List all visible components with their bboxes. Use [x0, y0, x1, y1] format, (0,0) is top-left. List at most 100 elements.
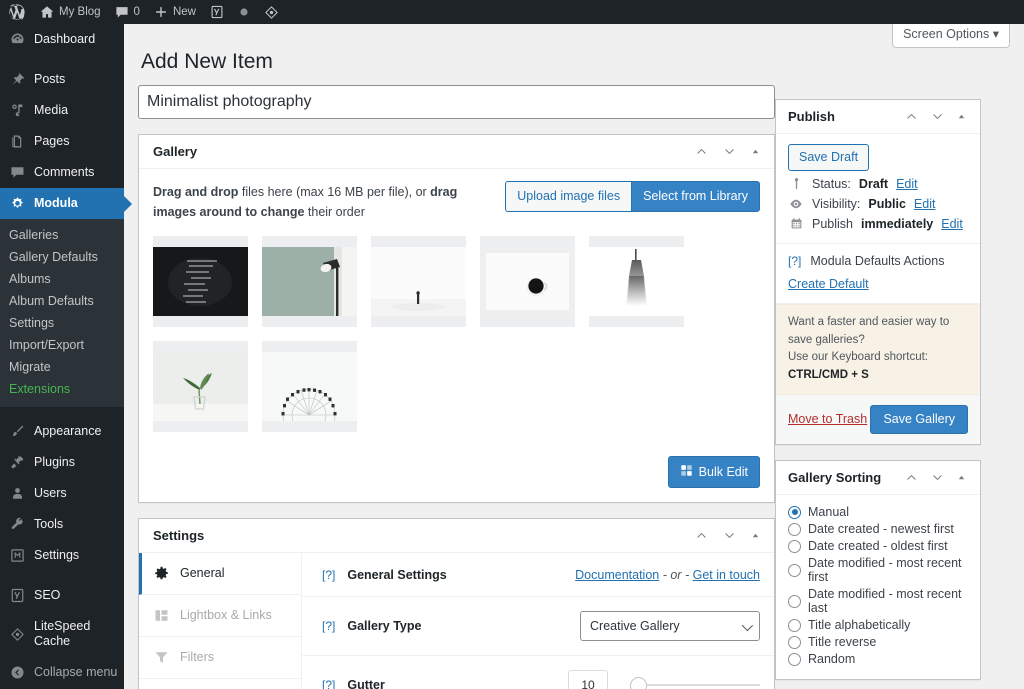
settings-tab-list: General Lightbox & Links Filters — [139, 553, 302, 689]
gallery-thumbnail[interactable] — [262, 236, 357, 328]
gallery-postbox: Gallery Drag and drop files here (max 16… — [138, 134, 775, 504]
sorting-option-random[interactable]: Random — [788, 651, 968, 668]
sorting-option-label: Date modified - most recent last — [808, 587, 962, 616]
chevron-down-icon[interactable] — [723, 145, 736, 158]
gallery-thumbnail[interactable] — [589, 236, 684, 328]
submenu-item-gallery-defaults[interactable]: Gallery Defaults — [0, 246, 124, 268]
sidebar-item-litespeed-cache[interactable]: LiteSpeed Cache — [0, 611, 124, 657]
move-to-trash-link[interactable]: Move to Trash — [788, 412, 867, 426]
submenu-item-albums[interactable]: Albums — [0, 268, 124, 290]
gallery-dropzone[interactable]: Drag and drop files here (max 16 MB per … — [139, 169, 774, 228]
tower-in-fog-image — [589, 247, 684, 317]
radio-icon[interactable] — [788, 563, 801, 577]
sorting-option-date-created-oldest[interactable]: Date created - oldest first — [788, 538, 968, 555]
calendar-icon — [788, 217, 804, 230]
chevron-up-icon[interactable] — [905, 110, 918, 123]
save-gallery-button[interactable]: Save Gallery — [870, 405, 968, 434]
sidebar-item-tools[interactable]: Tools — [0, 509, 124, 540]
screen-options-button[interactable]: Screen Options ▾ — [892, 24, 1010, 48]
submenu-item-settings[interactable]: Settings — [0, 312, 124, 334]
sidebar-item-pages[interactable]: Pages — [0, 126, 124, 157]
gallery-thumbnail[interactable] — [153, 341, 248, 433]
create-default-link[interactable]: Create Default — [788, 277, 968, 291]
sorting-option-date-modified-recent-first[interactable]: Date modified - most recent first — [788, 555, 968, 586]
gallery-title-input[interactable] — [138, 85, 775, 120]
sidebar-item-media[interactable]: Media — [0, 95, 124, 126]
toggle-triangle-icon[interactable] — [957, 112, 966, 121]
yoast-seo-button[interactable] — [203, 0, 231, 24]
sorting-option-manual[interactable]: Manual — [788, 504, 968, 521]
chevron-down-icon[interactable] — [931, 471, 944, 484]
gutter-value-input[interactable]: 10 — [568, 670, 608, 689]
chevron-up-icon[interactable] — [695, 145, 708, 158]
submenu-item-extensions[interactable]: Extensions — [0, 378, 124, 400]
sidebar-item-users[interactable]: Users — [0, 478, 124, 509]
comments-button[interactable]: 0 — [108, 0, 147, 24]
get-in-touch-link[interactable]: Get in touch — [693, 568, 760, 582]
gutter-slider-handle[interactable] — [630, 676, 647, 689]
sorting-option-date-created-newest[interactable]: Date created - newest first — [788, 521, 968, 538]
help-icon[interactable]: [?] — [788, 254, 801, 268]
status-edit-link[interactable]: Edit — [896, 177, 918, 191]
settings-tab-general[interactable]: General — [139, 553, 301, 596]
sorting-option-title-alphabetically[interactable]: Title alphabetically — [788, 617, 968, 634]
sorting-option-title-reverse[interactable]: Title reverse — [788, 634, 968, 651]
chevron-up-icon[interactable] — [695, 529, 708, 542]
chevron-down-icon[interactable] — [931, 110, 944, 123]
sidebar-item-seo[interactable]: SEO — [0, 580, 124, 611]
screen-options-label: Screen Options — [903, 27, 990, 41]
help-icon[interactable]: [?] — [322, 619, 335, 633]
submenu-item-import-export[interactable]: Import/Export — [0, 334, 124, 356]
wordpress-logo-button[interactable] — [0, 0, 33, 24]
sidebar-item-settings[interactable]: Settings — [0, 540, 124, 571]
submenu-item-migrate[interactable]: Migrate — [0, 356, 124, 378]
gallery-thumbnail[interactable] — [153, 236, 248, 328]
radio-icon[interactable] — [788, 652, 801, 666]
upload-image-files-button[interactable]: Upload image files — [505, 181, 632, 212]
radio-icon[interactable] — [788, 522, 801, 536]
gallery-thumbnail[interactable] — [262, 341, 357, 433]
litespeed-cache-button[interactable] — [257, 0, 286, 24]
toggle-triangle-icon[interactable] — [751, 531, 760, 540]
sidebar-item-comments[interactable]: Comments — [0, 157, 124, 188]
gallery-thumbnail[interactable] — [480, 236, 575, 328]
sidebar-item-posts[interactable]: Posts — [0, 64, 124, 95]
select-from-library-button[interactable]: Select from Library — [631, 181, 760, 212]
settings-tab-filters[interactable]: Filters — [139, 637, 301, 680]
radio-icon[interactable] — [788, 618, 801, 632]
site-name-button[interactable]: My Blog — [33, 0, 108, 24]
sidebar-item-label: Modula — [34, 196, 78, 210]
documentation-link[interactable]: Documentation — [575, 568, 659, 582]
sidebar-item-appearance[interactable]: Appearance — [0, 416, 124, 447]
radio-icon[interactable] — [788, 539, 801, 553]
gallery-type-select[interactable]: Creative Gallery — [580, 611, 760, 642]
sorting-option-date-modified-recent-last[interactable]: Date modified - most recent last — [788, 586, 968, 617]
gallery-thumbnail[interactable] — [371, 236, 466, 328]
submenu-item-album-defaults[interactable]: Album Defaults — [0, 290, 124, 312]
sidebar-item-dashboard[interactable]: Dashboard — [0, 24, 124, 55]
notice-line-1: Want a faster and easier way to save gal… — [788, 315, 950, 346]
radio-icon[interactable] — [788, 594, 801, 608]
gutter-slider[interactable] — [630, 670, 760, 689]
status-indicator-button[interactable] — [231, 0, 257, 24]
help-icon[interactable]: [?] — [322, 678, 335, 689]
chevron-down-icon[interactable] — [723, 529, 736, 542]
visibility-edit-link[interactable]: Edit — [914, 197, 936, 211]
radio-icon[interactable] — [788, 505, 801, 519]
radio-icon[interactable] — [788, 635, 801, 649]
settings-tab-lightbox-links[interactable]: Lightbox & Links — [139, 595, 301, 638]
toggle-triangle-icon[interactable] — [751, 147, 760, 156]
save-draft-button[interactable]: Save Draft — [788, 144, 870, 171]
sidebar-item-plugins[interactable]: Plugins — [0, 447, 124, 478]
collapse-menu-button[interactable]: Collapse menu — [0, 657, 124, 688]
submenu-item-galleries[interactable]: Galleries — [0, 224, 124, 246]
toggle-triangle-icon[interactable] — [957, 473, 966, 482]
modula-icon — [9, 196, 26, 211]
publish-postbox: Publish Save Draft Status: Draft Edit Vi… — [775, 99, 981, 445]
new-content-button[interactable]: New — [147, 0, 203, 24]
chevron-up-icon[interactable] — [905, 471, 918, 484]
bulk-edit-button[interactable]: Bulk Edit — [667, 456, 760, 489]
sidebar-item-modula[interactable]: Modula — [0, 188, 132, 219]
schedule-edit-link[interactable]: Edit — [941, 217, 963, 231]
help-icon[interactable]: [?] — [322, 568, 335, 582]
